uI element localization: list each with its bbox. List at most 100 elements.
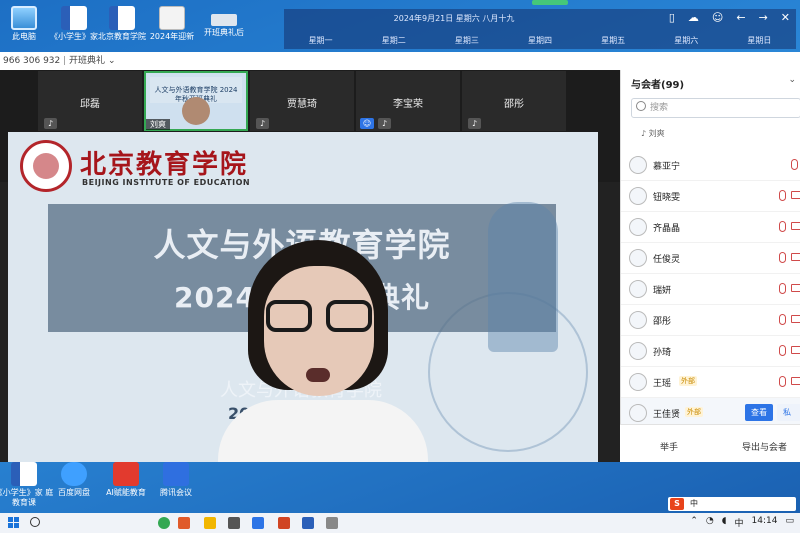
- participant-row[interactable]: 任俊灵: [621, 243, 800, 274]
- chevron-down-icon[interactable]: ⌄: [108, 56, 116, 66]
- search-icon: [636, 101, 646, 111]
- chevron-up-icon[interactable]: ⌃: [690, 516, 698, 529]
- participant-row[interactable]: 邵彤: [621, 305, 800, 336]
- participant-row[interactable]: 孙琦: [621, 336, 800, 367]
- user-icon: ☺: [360, 118, 374, 129]
- progress-indicator: [532, 0, 568, 5]
- avatar: [629, 373, 647, 391]
- camera-off-icon[interactable]: [791, 315, 800, 323]
- participant-row[interactable]: 齐晶晶: [621, 212, 800, 243]
- taskbar: ⌃ ◔ ◖ 中 14:14 ▭: [0, 513, 800, 533]
- speaking-name: 刘爽: [648, 129, 665, 138]
- desktop-icon-doc[interactable]: 2024年迎新: [142, 6, 202, 42]
- participant-name: 瑞妍: [653, 286, 672, 296]
- video-tile[interactable]: 李宝荣 ☺ ♪: [356, 71, 460, 131]
- mic-muted-icon[interactable]: [779, 376, 786, 387]
- notification-icon[interactable]: ▭: [785, 516, 794, 529]
- presentation-icon: [113, 462, 139, 486]
- user-icon[interactable]: ☺: [712, 11, 723, 24]
- export-participants-button[interactable]: 导出与会者: [742, 440, 787, 453]
- avatar: [629, 218, 647, 236]
- avatar: [629, 280, 647, 298]
- video-tile[interactable]: 贾慧琦 ♪: [250, 71, 354, 131]
- participant-name: 孙琦: [653, 348, 672, 358]
- private-chat-button[interactable]: 私聊: [777, 404, 800, 434]
- mic-muted-icon[interactable]: [779, 190, 786, 201]
- participants-title: 与会者(99): [631, 80, 685, 91]
- app-icon[interactable]: [228, 517, 240, 529]
- avatar: [629, 342, 647, 360]
- raise-hand-button[interactable]: 举手: [660, 440, 678, 453]
- avatar: [629, 156, 647, 174]
- participant-search-input[interactable]: 搜索: [631, 98, 800, 118]
- tile-name: 贾慧琦: [287, 99, 317, 110]
- camera-off-icon[interactable]: [791, 191, 800, 199]
- folder-icon[interactable]: [204, 517, 216, 529]
- calculator-icon[interactable]: [326, 517, 338, 529]
- tray-ime-language[interactable]: 中: [735, 516, 744, 529]
- camera-off-icon[interactable]: [791, 377, 800, 385]
- desktop-icon-label: 百度网盘: [58, 488, 90, 497]
- word-icon[interactable]: [302, 517, 314, 529]
- volume-icon[interactable]: ◖: [722, 516, 727, 529]
- video-tile-active-speaker[interactable]: 人文与外语教育学院 2024年秋开班典礼 刘爽: [144, 71, 248, 131]
- mic-muted-icon[interactable]: [791, 159, 798, 170]
- speaker-glasses: [266, 300, 376, 334]
- phone-icon[interactable]: ▯: [669, 11, 675, 24]
- mic-muted-icon[interactable]: [779, 221, 786, 232]
- participant-name: 慕亚宁: [653, 162, 681, 172]
- wifi-icon[interactable]: ◔: [706, 516, 714, 529]
- arrow-left-icon[interactable]: ←: [736, 11, 745, 24]
- windows-start-icon[interactable]: [8, 517, 20, 529]
- mic-muted-icon[interactable]: [779, 314, 786, 325]
- arrow-right-icon[interactable]: →: [759, 11, 768, 24]
- speaker-video: [208, 240, 438, 462]
- desktop-icon-meeting[interactable]: 腾讯会议: [146, 462, 206, 498]
- cloud-icon[interactable]: ☁: [688, 11, 699, 24]
- app-icon[interactable]: [178, 517, 190, 529]
- desktop-icon-baidu-netdisk[interactable]: 百度网盘: [44, 462, 104, 498]
- mic-muted-icon[interactable]: [779, 345, 786, 356]
- video-tile[interactable]: 邱磊 ♪: [38, 71, 142, 131]
- view-button[interactable]: 查看: [745, 404, 773, 421]
- participant-row[interactable]: 钮晓雯: [621, 181, 800, 212]
- tile-name: 李宝荣: [393, 99, 423, 110]
- chevron-down-icon[interactable]: ⌄: [788, 75, 796, 85]
- camera-off-icon[interactable]: [791, 346, 800, 354]
- meeting-app-icon[interactable]: [252, 517, 264, 529]
- tile-name: 邵彤: [504, 99, 524, 110]
- meeting-title-bar[interactable]: 966 306 932 | 开班典礼 ⌄: [0, 52, 620, 70]
- document-icon: [159, 6, 185, 30]
- video-tile[interactable]: 邵彤 ♪: [462, 71, 566, 131]
- camera-off-icon[interactable]: [791, 222, 800, 230]
- participant-name: 邵彤: [653, 317, 672, 327]
- meeting-app-icon: [163, 462, 189, 486]
- desktop-icon-keyboard[interactable]: 开班典礼后: [194, 6, 254, 38]
- weekday: 星期三: [454, 36, 479, 45]
- word-document-icon: [109, 6, 135, 30]
- powerpoint-icon[interactable]: [278, 517, 290, 529]
- participant-name: 钮晓雯: [653, 193, 681, 203]
- participant-row[interactable]: 瑞妍: [621, 274, 800, 305]
- search-icon[interactable]: [30, 517, 40, 527]
- participant-row[interactable]: 慕亚宁: [621, 150, 800, 181]
- mic-muted-icon: ♪: [44, 118, 57, 129]
- camera-off-icon[interactable]: [791, 253, 800, 261]
- weekday: 星期四: [527, 36, 552, 45]
- close-icon[interactable]: ✕: [781, 11, 790, 24]
- weekday: 星期一: [308, 36, 333, 45]
- ime-toolbar[interactable]: S 中: [668, 497, 796, 511]
- tile-name: 邱磊: [80, 99, 100, 110]
- taskbar-clock[interactable]: 14:14: [752, 516, 778, 529]
- mic-muted-icon[interactable]: [779, 252, 786, 263]
- mic-muted-icon: ♪: [378, 118, 391, 129]
- ime-language[interactable]: 中: [690, 498, 698, 509]
- mic-muted-icon: ♪: [468, 118, 481, 129]
- wechat-icon[interactable]: [158, 517, 170, 529]
- main-video-stage[interactable]: 北京教育学院 BEIJING INSTITUTE OF EDUCATION 人文…: [8, 132, 598, 462]
- participant-name: 王佳贤: [653, 410, 681, 420]
- participant-row[interactable]: 王瑶 外部: [621, 367, 800, 398]
- camera-off-icon[interactable]: [791, 284, 800, 292]
- desktop-icon-label: 北京教育学院: [98, 32, 146, 41]
- mic-muted-icon[interactable]: [779, 283, 786, 294]
